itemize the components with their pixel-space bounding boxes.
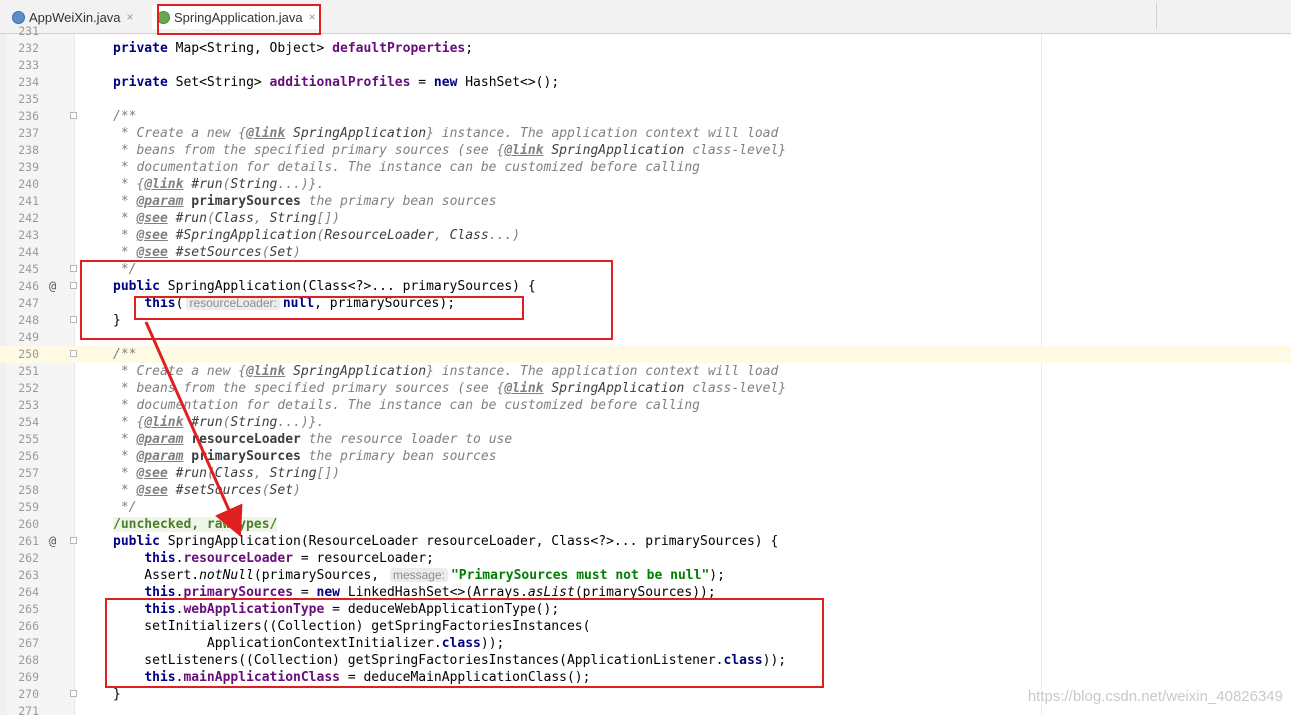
watermark: https://blog.csdn.net/weixin_40826349 — [1027, 688, 1283, 705]
annotation-arrow — [144, 321, 243, 537]
